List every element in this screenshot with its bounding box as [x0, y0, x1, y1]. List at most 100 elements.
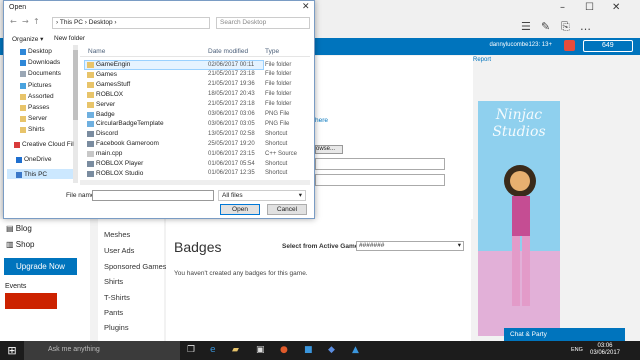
clock-date: 03/06/2017 — [589, 350, 621, 356]
shortcut-icon — [87, 141, 94, 148]
file-type-select[interactable]: All files ▾ — [218, 190, 306, 201]
language-indicator[interactable]: ENG — [571, 347, 583, 353]
category-plugins[interactable]: Plugins — [104, 323, 129, 332]
here-link[interactable]: here — [315, 117, 328, 124]
nav-item-assorted[interactable]: Assorted — [28, 93, 54, 100]
shortcut-icon — [87, 161, 94, 167]
main-panel — [166, 219, 471, 341]
pictures-icon — [20, 83, 26, 89]
category-sponsored-games[interactable]: Sponsored Games — [104, 262, 167, 271]
nav-item-this-pc[interactable]: This PC — [24, 171, 47, 178]
file-list-scrollbar[interactable] — [80, 180, 310, 185]
app-icon[interactable]: ▲ — [352, 345, 359, 355]
clock[interactable]: 03:06 03/06/2017 — [588, 343, 622, 357]
report-link[interactable]: Report — [473, 57, 491, 63]
nav-blog[interactable]: ▤ Blog — [6, 224, 32, 233]
category-user-ads[interactable]: User Ads — [104, 246, 134, 255]
column-type[interactable]: Type — [265, 48, 279, 55]
column-name[interactable]: Name — [88, 48, 105, 55]
nav-item-passes[interactable]: Passes — [28, 104, 49, 111]
file-name-input[interactable] — [92, 190, 214, 201]
hub-icon[interactable]: ☰ — [521, 20, 531, 33]
app-icon[interactable]: ● — [280, 345, 288, 355]
app-icon[interactable]: ◆ — [328, 345, 335, 355]
game-select[interactable]: ####### ▾ — [356, 241, 464, 251]
new-folder-button[interactable]: New folder — [54, 35, 85, 42]
file-date: 13/05/2017 02:58 — [208, 130, 255, 137]
chevron-down-icon: ▾ — [298, 192, 302, 199]
blog-icon: ▤ — [6, 224, 16, 233]
file-date: 01/06/2017 23:15 — [208, 150, 255, 157]
notes-icon[interactable]: ✎ — [541, 20, 550, 33]
nav-item-pictures[interactable]: Pictures — [28, 82, 51, 89]
category-pants[interactable]: Pants — [104, 308, 123, 317]
dialog-close-icon[interactable]: ✕ — [302, 2, 310, 12]
search-input[interactable]: Search Desktop — [216, 17, 310, 29]
empty-message: You haven't created any badges for this … — [174, 270, 308, 277]
file-name: Games — [96, 70, 117, 78]
dialog-title: Open — [9, 4, 27, 11]
category-meshes[interactable]: Meshes — [104, 230, 130, 239]
file-date: 21/05/2017 23:18 — [208, 71, 255, 78]
cancel-button[interactable]: Cancel — [267, 204, 307, 215]
nav-item-onedrive[interactable]: OneDrive — [24, 156, 51, 163]
nav-shop-label: Shop — [15, 240, 35, 249]
events-banner[interactable] — [5, 293, 57, 309]
open-button[interactable]: Open — [220, 204, 260, 215]
task-view-icon[interactable]: ❐ — [187, 345, 195, 355]
robux-balance[interactable]: 649 — [583, 40, 633, 52]
nav-item-downloads[interactable]: Downloads — [28, 59, 60, 66]
folder-icon — [20, 116, 26, 122]
browse-button[interactable]: owse... — [315, 145, 343, 154]
left-sidebar — [0, 219, 90, 341]
downloads-icon — [20, 60, 26, 66]
forward-icon[interactable]: → — [22, 17, 29, 26]
back-icon[interactable]: ← — [10, 17, 17, 26]
folder-icon — [87, 62, 94, 68]
up-icon[interactable]: ↑ — [33, 17, 40, 26]
minimize-icon[interactable]: – — [560, 2, 565, 13]
close-icon[interactable]: ✕ — [612, 2, 620, 13]
file-name: ROBLOX — [96, 90, 124, 98]
store-icon[interactable]: ▣ — [256, 345, 265, 355]
chat-party-bar[interactable]: Chat & Party — [504, 328, 625, 342]
category-shirts[interactable]: Shirts — [104, 277, 123, 286]
maximize-icon[interactable]: ☐ — [585, 2, 594, 13]
nav-item-documents[interactable]: Documents — [28, 70, 61, 77]
file-type: File folder — [265, 81, 292, 88]
file-name: Badge — [96, 110, 115, 118]
username[interactable]: dannylucombe123: 13+ — [489, 42, 552, 48]
upgrade-button[interactable]: Upgrade Now — [4, 258, 77, 275]
page-title: Badges — [174, 239, 222, 255]
explorer-icon[interactable]: ▰ — [232, 345, 239, 355]
notifications-icon[interactable] — [564, 40, 575, 51]
open-file-dialog — [3, 0, 315, 219]
nav-scrollbar-thumb[interactable] — [73, 50, 78, 120]
more-icon[interactable]: … — [580, 20, 591, 33]
address-breadcrumb: › This PC › Desktop › — [56, 19, 117, 26]
documents-icon — [20, 71, 26, 77]
nav-item-creative-cloud[interactable]: Creative Cloud Fil — [22, 141, 74, 148]
file-type: PNG File — [265, 120, 290, 127]
start-button[interactable]: ⊞ — [0, 341, 24, 360]
app-icon[interactable]: ■ — [304, 345, 313, 355]
column-date[interactable]: Date modified — [208, 48, 248, 55]
name-input[interactable] — [315, 158, 445, 170]
file-name: Server — [96, 100, 116, 108]
nav-shop[interactable]: ▥ Shop — [6, 240, 34, 249]
file-name: CircularBadgeTemplate — [96, 120, 164, 128]
file-type: Shortcut — [265, 160, 288, 167]
nav-item-server[interactable]: Server — [28, 115, 47, 122]
file-date: 02/06/2017 00:11 — [208, 61, 255, 68]
share-icon[interactable]: ⎘ — [561, 20, 570, 34]
taskbar-search[interactable]: Ask me anything — [24, 341, 180, 360]
description-input[interactable] — [315, 174, 445, 186]
address-bar[interactable]: › This PC › Desktop › — [52, 17, 210, 29]
file-date: 01/06/2017 12:35 — [208, 170, 255, 177]
organize-button[interactable]: Organize ▾ — [12, 35, 43, 43]
nav-item-desktop[interactable]: Desktop — [28, 48, 52, 55]
nav-item-shirts[interactable]: Shirts — [28, 126, 45, 133]
edge-icon[interactable]: e — [210, 345, 216, 355]
search-placeholder: Search Desktop — [220, 19, 267, 26]
category-t-shirts[interactable]: T-Shirts — [104, 293, 130, 302]
